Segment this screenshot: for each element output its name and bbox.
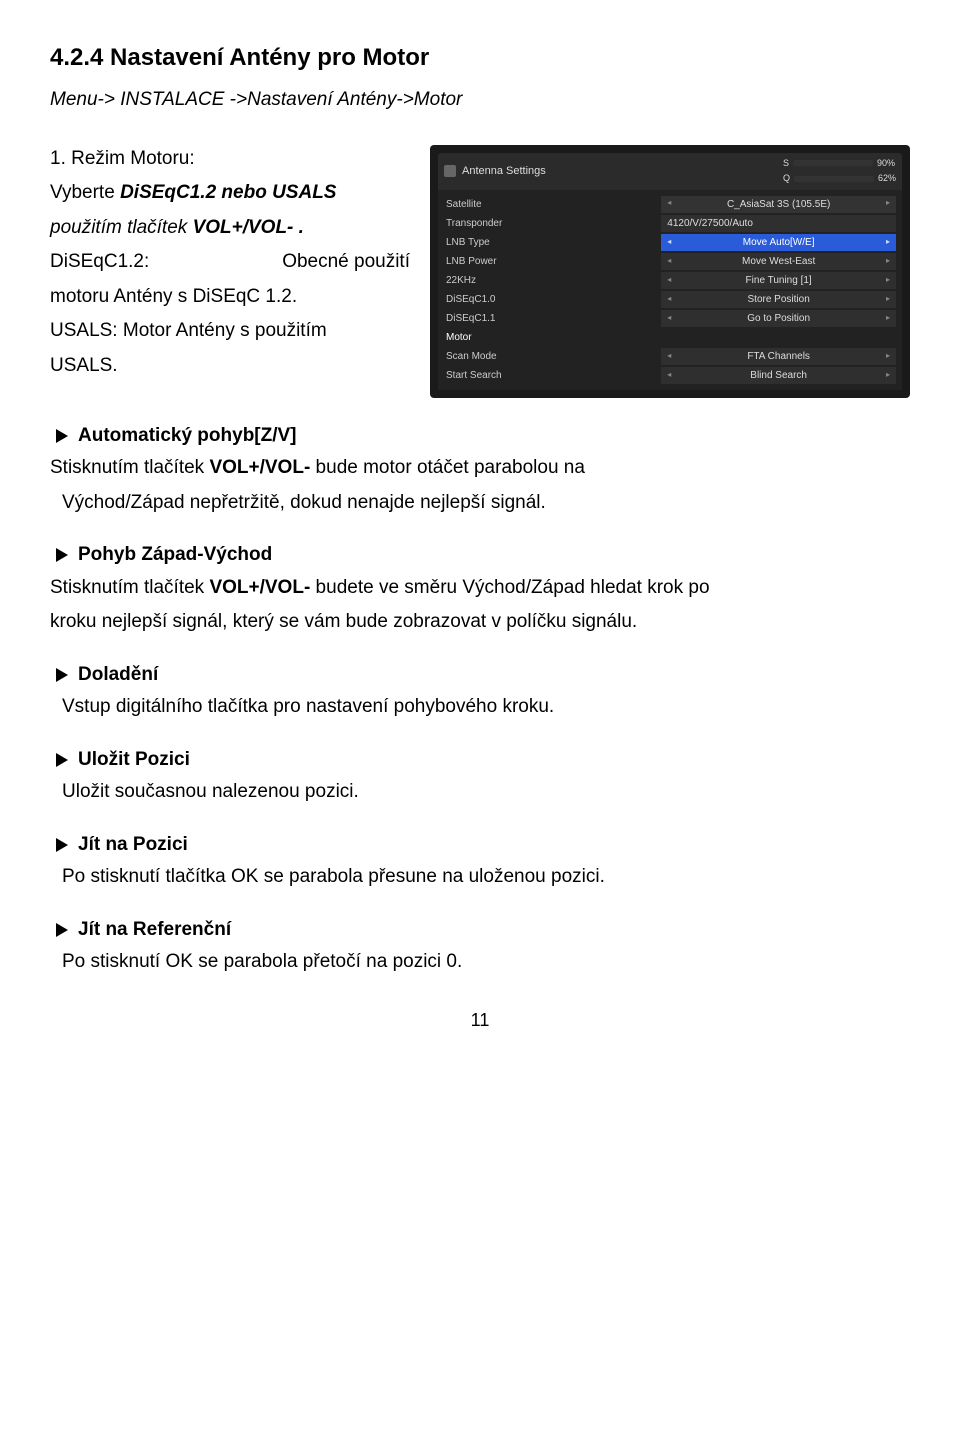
screenshot-left-col: Satellite Transponder LNB Type LNB Power 22K…: [444, 196, 655, 384]
intro-line4b: Obecné použití: [282, 248, 410, 277]
page-number: 11: [50, 1007, 910, 1034]
body-text: Východ/Západ nepřetržitě, dokud nenajde …: [62, 489, 910, 518]
intro-block: 1. Režim Motoru: Vyberte DiSEqC1.2 nebo …: [50, 145, 910, 398]
signal-q-pct: 62%: [878, 172, 896, 186]
arrow-icon: [56, 923, 68, 937]
screenshot-right-value: ◂Fine Tuning [1]▸: [661, 272, 896, 289]
sub-heading: Doladění: [50, 661, 910, 690]
screenshot-title: Antenna Settings: [462, 163, 546, 180]
body-text: Stisknutím tlačítek VOL+/VOL- bude motor…: [50, 454, 910, 483]
screenshot-header: Antenna Settings S 90% Q 62%: [438, 153, 902, 190]
intro-line2: Vyberte DiSEqC1.2 nebo USALS: [50, 179, 410, 208]
intro-line2b: DiSEqC1.2 nebo USALS: [120, 182, 336, 203]
sub-heading: Uložit Pozici: [50, 746, 910, 775]
screenshot-left-label: LNB Type: [444, 234, 655, 251]
signal-q-label: Q: [783, 172, 790, 186]
screenshot-left-label: Motor: [444, 329, 655, 346]
intro-line7: USALS.: [50, 352, 410, 381]
screenshot-left-label: Scan Mode: [444, 348, 655, 365]
sub-heading-text: Jít na Referenční: [78, 916, 231, 945]
screenshot-right-value: ◂Blind Search▸: [661, 367, 896, 384]
sub-heading-text: Pohyb Západ-Východ: [78, 541, 272, 570]
intro-line6: USALS: Motor Antény s použitím: [50, 317, 410, 346]
screenshot-right-col: ◂C_AsiaSat 3S (105.5E)▸ 4120/V/27500/Auto…: [661, 196, 896, 384]
screenshot-left-label: Satellite: [444, 196, 655, 213]
intro-line4a: DiSEqC1.2:: [50, 248, 149, 277]
body-text: kroku nejlepší signál, který se vám bude…: [50, 608, 910, 637]
breadcrumb: Menu-> INSTALACE ->Nastavení Antény->Mot…: [50, 86, 910, 115]
arrow-icon: [56, 548, 68, 562]
screenshot-left-label: Transponder: [444, 215, 655, 232]
arrow-icon: [56, 753, 68, 767]
intro-line3b: VOL+/VOL- .: [193, 217, 304, 238]
sub-heading-text: Jít na Pozici: [78, 831, 188, 860]
screenshot-right-value: ◂Go to Position▸: [661, 310, 896, 327]
intro-line3: použitím tlačítek VOL+/VOL- .: [50, 214, 410, 243]
section-title: 4.2.4 Nastavení Antény pro Motor: [50, 40, 910, 76]
screenshot-left-label: DiSEqC1.0: [444, 291, 655, 308]
sub-heading: Pohyb Západ-Východ: [50, 541, 910, 570]
signal-s-pct: 90%: [877, 157, 895, 171]
intro-line4: DiSEqC1.2: Obecné použití: [50, 248, 410, 277]
arrow-icon: [56, 668, 68, 682]
sub-heading: Automatický pohyb[Z/V]: [50, 422, 910, 451]
screenshot-right-value: ◂FTA Channels▸: [661, 348, 896, 365]
screenshot-left-label: Start Search: [444, 367, 655, 384]
body-text: Po stisknutí OK se parabola přetočí na p…: [62, 948, 910, 977]
signal-q-row: Q 62%: [783, 172, 896, 186]
intro-line2a: Vyberte: [50, 182, 120, 203]
screenshot-satellite-value: ◂C_AsiaSat 3S (105.5E)▸: [661, 196, 896, 213]
signal-s-row: S 90%: [783, 157, 896, 171]
body-text: Uložit současnou nalezenou pozici.: [62, 778, 910, 807]
sub-heading: Jít na Pozici: [50, 831, 910, 860]
bold-span: VOL+/VOL-: [209, 577, 310, 598]
screenshot-transponder-value: 4120/V/27500/Auto: [661, 215, 896, 232]
antenna-settings-screenshot: Antenna Settings S 90% Q 62% Satellite Tr…: [430, 145, 910, 398]
screenshot-left-label: LNB Power: [444, 253, 655, 270]
body-text: Vstup digitálního tlačítka pro nastavení…: [62, 693, 910, 722]
body-text: Stisknutím tlačítek VOL+/VOL- budete ve …: [50, 574, 910, 603]
screenshot-right-value: ◂Store Position▸: [661, 291, 896, 308]
screenshot-body: Satellite Transponder LNB Type LNB Power 22K…: [438, 190, 902, 390]
screenshot-left-label: DiSEqC1.1: [444, 310, 655, 327]
intro-line5: motoru Antény s DiSEqC 1.2.: [50, 283, 410, 312]
signal-bars: S 90% Q 62%: [783, 157, 896, 186]
body-text: Po stisknutí tlačítka OK se parabola pře…: [62, 863, 910, 892]
sub-heading-text: Doladění: [78, 661, 158, 690]
bold-span: VOL+/VOL-: [209, 457, 310, 478]
signal-s-label: S: [783, 157, 789, 171]
sub-heading-text: Automatický pohyb[Z/V]: [78, 422, 297, 451]
intro-text: 1. Režim Motoru: Vyberte DiSEqC1.2 nebo …: [50, 145, 410, 387]
screenshot-right-value: ◂Move West-East▸: [661, 253, 896, 270]
intro-line1: 1. Režim Motoru:: [50, 145, 410, 174]
arrow-icon: [56, 838, 68, 852]
screenshot-right-value: ◂Move Auto[W/E]▸: [661, 234, 896, 251]
globe-icon: [444, 165, 456, 177]
sub-heading-text: Uložit Pozici: [78, 746, 190, 775]
screenshot-left-label: 22KHz: [444, 272, 655, 289]
arrow-icon: [56, 429, 68, 443]
signal-q-bar: [794, 176, 874, 182]
intro-line3a: použitím tlačítek: [50, 217, 193, 238]
signal-s-bar: [793, 160, 873, 166]
sub-heading: Jít na Referenční: [50, 916, 910, 945]
